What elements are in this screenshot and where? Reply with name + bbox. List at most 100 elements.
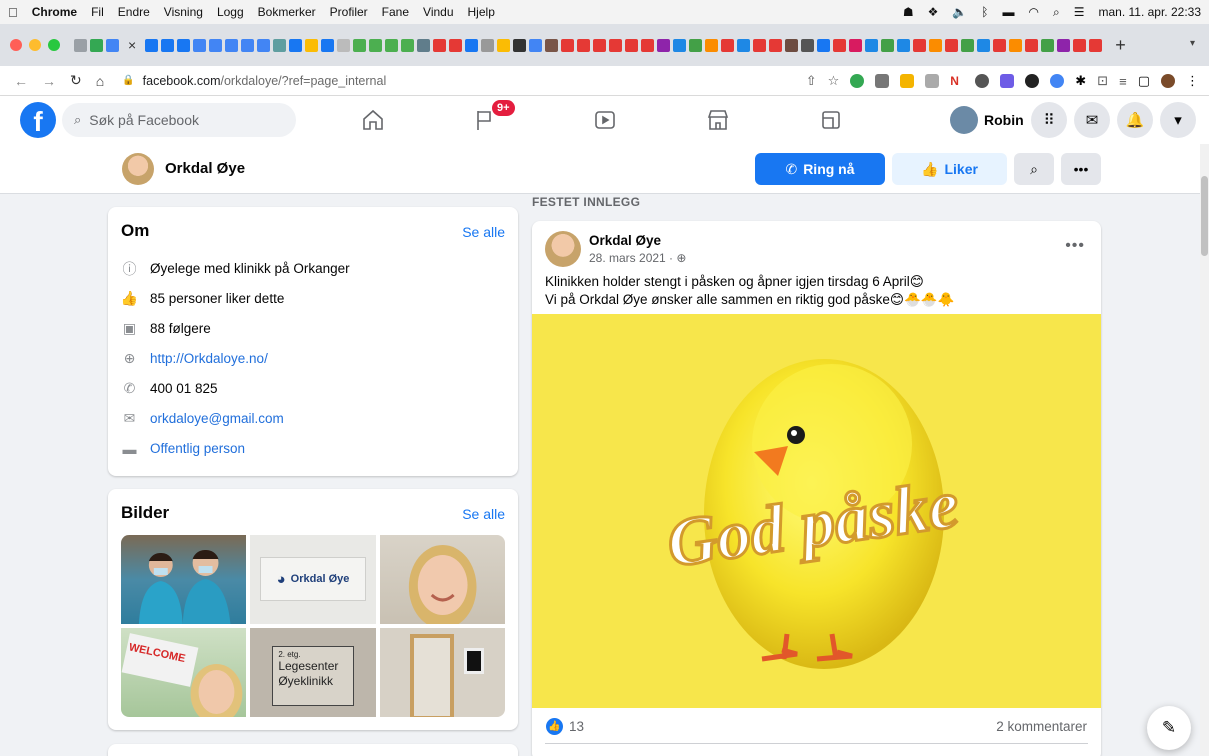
post-more-button[interactable]: ••• bbox=[1065, 237, 1085, 255]
extension-icon[interactable] bbox=[875, 74, 890, 88]
tab-favicon[interactable] bbox=[353, 38, 367, 52]
tab-favicon[interactable] bbox=[385, 38, 399, 52]
menu-grid-button[interactable]: ⠿ bbox=[1031, 102, 1067, 138]
apple-icon[interactable]:  bbox=[8, 5, 18, 20]
chrome-menu-icon[interactable]: ⋮ bbox=[1186, 73, 1199, 89]
photos-see-all-link[interactable]: Se alle bbox=[462, 506, 505, 522]
extension-icon[interactable] bbox=[925, 74, 940, 88]
tab-favicon[interactable] bbox=[929, 38, 943, 52]
tab-favicon[interactable] bbox=[577, 38, 591, 52]
menu-bookmarks[interactable]: Bokmerker bbox=[258, 5, 316, 19]
messenger-button[interactable]: ✉ bbox=[1074, 102, 1110, 138]
nav-marketplace[interactable] bbox=[663, 96, 773, 144]
tab-favicon[interactable] bbox=[913, 38, 927, 52]
tab-favicon[interactable] bbox=[881, 38, 895, 52]
bluetooth-icon[interactable]: ᛒ bbox=[981, 5, 988, 19]
side-panel-icon[interactable]: ▢ bbox=[1138, 73, 1150, 89]
about-category-link[interactable]: Offentlig person bbox=[150, 441, 245, 456]
battery-icon[interactable]: ▬ bbox=[1003, 5, 1015, 19]
tab-favicon[interactable] bbox=[561, 38, 575, 52]
tab-favicon[interactable] bbox=[785, 38, 799, 52]
call-now-button[interactable]: ✆ Ring nå bbox=[755, 153, 885, 185]
tab-favicon[interactable] bbox=[801, 38, 815, 52]
nav-home[interactable] bbox=[318, 96, 428, 144]
tab-favicon[interactable] bbox=[977, 38, 991, 52]
back-icon[interactable]: ← bbox=[14, 73, 28, 89]
menu-window[interactable]: Vindu bbox=[423, 5, 453, 19]
tab-favicon[interactable] bbox=[74, 38, 87, 52]
menu-profiles[interactable]: Profiler bbox=[330, 5, 368, 19]
comments-count-link[interactable]: 2 kommentarer bbox=[996, 719, 1087, 734]
tab-favicon[interactable] bbox=[161, 38, 175, 52]
new-tab-button[interactable]: + bbox=[1115, 35, 1126, 56]
tab-favicon[interactable] bbox=[497, 38, 511, 52]
share-icon[interactable]: ⇧ bbox=[806, 73, 817, 89]
about-see-all-link[interactable]: Se alle bbox=[462, 224, 505, 240]
profile-chip[interactable]: Robin bbox=[950, 104, 1024, 136]
tab-favicon[interactable] bbox=[513, 38, 527, 52]
close-tab-icon[interactable]: × bbox=[128, 37, 136, 53]
like-page-button[interactable]: 👍 Liker bbox=[892, 153, 1007, 185]
photo-staff[interactable] bbox=[121, 535, 247, 624]
tab-favicon[interactable] bbox=[657, 38, 671, 52]
tab-favicon[interactable] bbox=[1009, 38, 1023, 52]
cast-icon[interactable]: ⊡ bbox=[1097, 73, 1108, 89]
nav-pages[interactable]: 9+ bbox=[430, 96, 540, 144]
tab-favicon[interactable] bbox=[689, 38, 703, 52]
lock-icon[interactable]: 🔒 bbox=[122, 75, 134, 86]
tab-favicon[interactable] bbox=[609, 38, 623, 52]
tab-favicon[interactable] bbox=[945, 38, 959, 52]
tab-favicon[interactable] bbox=[90, 38, 103, 52]
page-avatar[interactable] bbox=[122, 153, 154, 185]
close-window-icon[interactable] bbox=[10, 39, 22, 51]
tab-favicon[interactable] bbox=[1089, 38, 1103, 52]
tab-favicon[interactable] bbox=[753, 38, 767, 52]
tab-favicon[interactable] bbox=[961, 38, 975, 52]
extension-icon[interactable] bbox=[900, 74, 915, 88]
tab-favicon[interactable] bbox=[1073, 38, 1087, 52]
tab-favicon[interactable] bbox=[241, 38, 255, 52]
page-title[interactable]: Orkdal Øye bbox=[165, 160, 245, 177]
forward-icon[interactable]: → bbox=[42, 73, 56, 89]
tab-favicon[interactable] bbox=[273, 38, 287, 52]
menu-app[interactable]: Chrome bbox=[32, 5, 77, 19]
menu-tab[interactable]: Fane bbox=[382, 5, 409, 19]
tab-favicon[interactable] bbox=[529, 38, 543, 52]
menu-file[interactable]: Fil bbox=[91, 5, 104, 19]
tab-favicon[interactable] bbox=[433, 38, 447, 52]
tab-favicon[interactable] bbox=[257, 38, 271, 52]
menu-history[interactable]: Logg bbox=[217, 5, 244, 19]
nav-gaming[interactable] bbox=[776, 96, 886, 144]
zoom-window-icon[interactable] bbox=[48, 39, 60, 51]
tab-favicon[interactable] bbox=[305, 38, 319, 52]
tab-favicon[interactable] bbox=[705, 38, 719, 52]
page-more-button[interactable]: ••• bbox=[1061, 153, 1101, 185]
new-message-button[interactable]: ✎ bbox=[1147, 706, 1191, 750]
tab-favicon[interactable] bbox=[209, 38, 223, 52]
volume-icon[interactable]: 🔈 bbox=[952, 5, 967, 19]
tab-favicon[interactable] bbox=[106, 38, 119, 52]
tab-favicon[interactable] bbox=[481, 38, 495, 52]
home-icon[interactable]: ⌂ bbox=[96, 73, 104, 89]
reading-list-icon[interactable]: ≡ bbox=[1119, 74, 1127, 89]
extensions-puzzle-icon[interactable]: ✱ bbox=[1075, 73, 1086, 89]
extension-icon[interactable] bbox=[1000, 74, 1015, 88]
page-search-button[interactable]: ⌕ bbox=[1014, 153, 1054, 185]
photo-portrait[interactable] bbox=[379, 535, 505, 624]
tab-favicon[interactable] bbox=[817, 38, 831, 52]
tab-favicon[interactable] bbox=[1057, 38, 1071, 52]
tab-favicon[interactable] bbox=[1025, 38, 1039, 52]
tab-favicon[interactable] bbox=[641, 38, 655, 52]
tab-favicon[interactable] bbox=[593, 38, 607, 52]
address-bar[interactable]: 🔒 facebook.com/orkdaloye/?ref=page_inter… bbox=[122, 74, 386, 88]
menu-edit[interactable]: Endre bbox=[118, 5, 150, 19]
extension-icon[interactable] bbox=[1025, 74, 1040, 88]
post-author-avatar[interactable] bbox=[545, 231, 581, 267]
tab-favicon[interactable] bbox=[769, 38, 783, 52]
menu-view[interactable]: Visning bbox=[164, 5, 203, 19]
tab-favicon[interactable] bbox=[993, 38, 1007, 52]
tab-favicon[interactable] bbox=[833, 38, 847, 52]
tab-favicon[interactable] bbox=[865, 38, 879, 52]
page-scrollbar[interactable] bbox=[1200, 144, 1209, 756]
tab-favicon[interactable] bbox=[225, 38, 239, 52]
